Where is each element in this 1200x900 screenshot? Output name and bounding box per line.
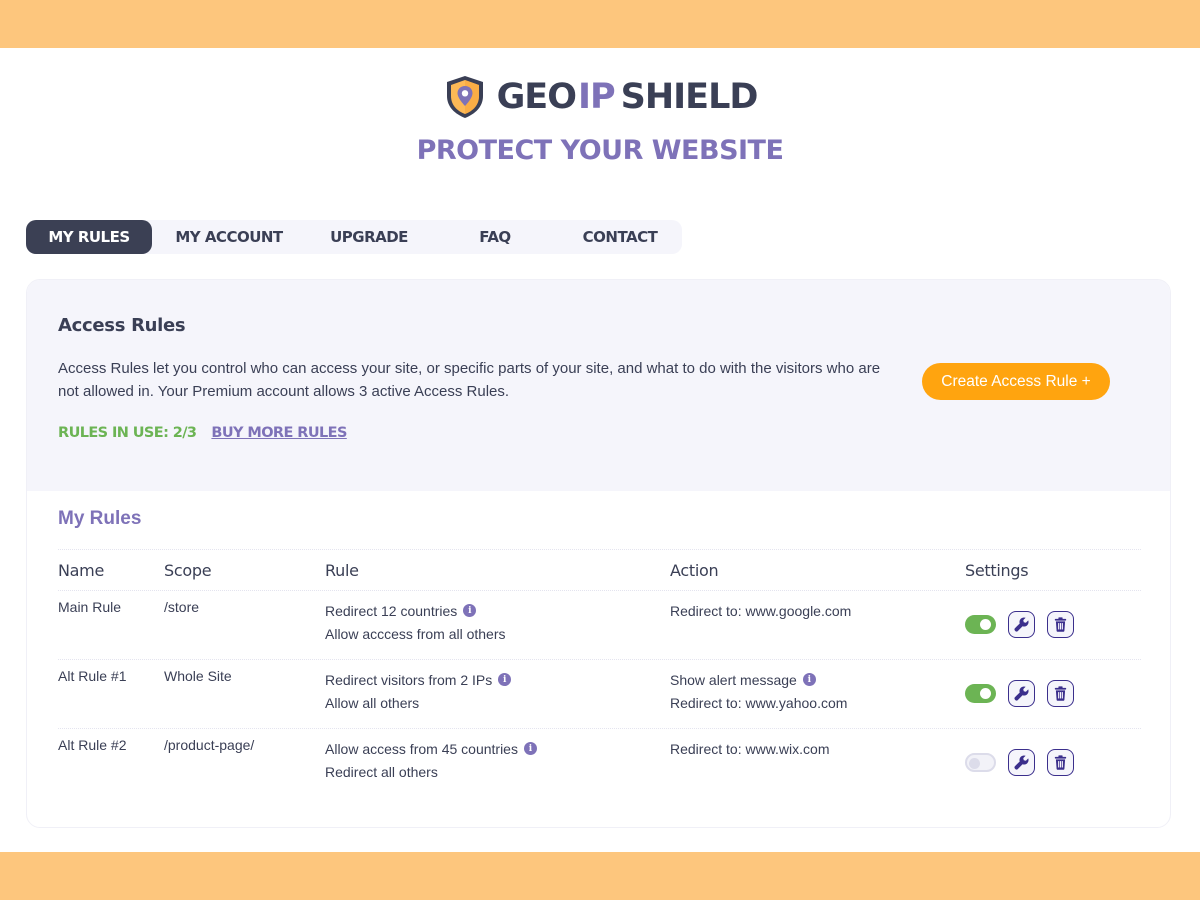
trash-icon xyxy=(1054,755,1067,770)
info-icon[interactable]: i xyxy=(498,673,512,686)
rule-name: Alt Rule #2 xyxy=(58,737,127,753)
rule-line: Redirect 12 countries xyxy=(325,602,458,619)
wrench-icon xyxy=(1014,686,1029,701)
trash-icon xyxy=(1054,617,1067,632)
access-rules-card: Access Rules Access Rules let you contro… xyxy=(26,279,1171,828)
toggle-knob xyxy=(980,619,991,630)
buy-more-rules-link[interactable]: BUY MORE RULES xyxy=(211,425,347,441)
wrench-icon xyxy=(1014,755,1029,770)
brand-name: GEO IP SHIELD xyxy=(496,77,759,117)
rule-action: Show alert message i Redirect to: www.ya… xyxy=(670,668,965,714)
rule-action: Redirect to: www.wix.com xyxy=(670,737,965,760)
shield-location-pin-icon xyxy=(446,76,483,118)
rule-line: Redirect all others xyxy=(325,763,438,780)
main-tabs: MY RULES MY ACCOUNT UPGRADE FAQ CONTACT xyxy=(26,220,682,254)
rule-description: Redirect 12 countries i Allow acccess fr… xyxy=(325,599,670,645)
bottom-banner-band xyxy=(0,852,1200,900)
brand-name-shield: SHIELD xyxy=(620,77,759,117)
rule-line: Allow access from 45 countries xyxy=(325,740,518,757)
toggle-knob xyxy=(980,688,991,699)
action-line: Show alert message xyxy=(670,671,797,688)
tab-faq[interactable]: FAQ xyxy=(432,220,558,254)
rule-enabled-toggle[interactable] xyxy=(965,753,996,772)
rule-enabled-toggle[interactable] xyxy=(965,684,996,703)
rule-settings xyxy=(965,599,1141,638)
column-header-rule: Rule xyxy=(325,560,359,580)
rule-line: Redirect visitors from 2 IPs xyxy=(325,671,493,688)
edit-rule-button[interactable] xyxy=(1008,749,1035,776)
rule-scope: Whole Site xyxy=(164,668,232,684)
tab-my-account[interactable]: MY ACCOUNT xyxy=(152,220,306,254)
table-row: Main Rule /store Redirect 12 countries i… xyxy=(58,591,1141,659)
delete-rule-button[interactable] xyxy=(1047,680,1074,707)
edit-rule-button[interactable] xyxy=(1008,611,1035,638)
trash-icon xyxy=(1054,686,1067,701)
action-line: Redirect to: www.yahoo.com xyxy=(670,694,848,711)
tab-my-rules[interactable]: MY RULES xyxy=(26,220,152,254)
rule-settings xyxy=(965,668,1141,707)
rule-action: Redirect to: www.google.com xyxy=(670,599,965,622)
delete-rule-button[interactable] xyxy=(1047,749,1074,776)
rule-name: Alt Rule #1 xyxy=(58,668,127,684)
brand-name-ip: IP xyxy=(577,77,616,117)
brand-name-geo: GEO xyxy=(496,77,577,117)
info-icon[interactable]: i xyxy=(463,604,477,617)
toggle-knob xyxy=(969,757,980,769)
action-line: Redirect to: www.google.com xyxy=(670,602,852,619)
edit-rule-button[interactable] xyxy=(1008,680,1035,707)
column-header-action: Action xyxy=(670,560,719,580)
rules-in-use-count: RULES IN USE: 2/3 xyxy=(58,425,197,441)
column-header-settings: Settings xyxy=(965,560,1029,580)
access-rules-title: Access Rules xyxy=(58,315,186,336)
create-access-rule-button[interactable]: Create Access Rule + xyxy=(922,363,1110,400)
table-header: Name Scope Rule Action Settings xyxy=(58,550,1141,590)
access-rules-description: Access Rules let you control who can acc… xyxy=(58,360,881,400)
rule-enabled-toggle[interactable] xyxy=(965,615,996,634)
rule-scope: /product-page/ xyxy=(164,737,255,753)
table-row: Alt Rule #1 Whole Site Redirect visitors… xyxy=(58,660,1141,728)
tab-upgrade[interactable]: UPGRADE xyxy=(306,220,432,254)
table-row: Alt Rule #2 /product-page/ Allow access … xyxy=(58,729,1141,797)
my-rules-title: My Rules xyxy=(58,508,142,529)
brand-header: GEO IP SHIELD xyxy=(0,74,1200,120)
rules-table: Name Scope Rule Action Settings Main Rul… xyxy=(58,549,1141,797)
column-header-scope: Scope xyxy=(164,560,212,580)
rule-line: Allow all others xyxy=(325,694,420,711)
rule-line: Allow acccess from all others xyxy=(325,625,506,642)
top-banner-band xyxy=(0,0,1200,48)
tagline: PROTECT YOUR WEBSITE xyxy=(416,135,784,166)
action-line: Redirect to: www.wix.com xyxy=(670,740,830,757)
rules-usage-row: RULES IN USE: 2/3 BUY MORE RULES xyxy=(58,425,347,441)
access-rules-summary: Access Rules Access Rules let you contro… xyxy=(27,280,1170,491)
rule-scope: /store xyxy=(164,599,200,615)
rule-description: Redirect visitors from 2 IPs i Allow all… xyxy=(325,668,670,714)
rule-name: Main Rule xyxy=(58,599,122,615)
rule-description: Allow access from 45 countries i Redirec… xyxy=(325,737,670,783)
tab-contact[interactable]: CONTACT xyxy=(558,220,682,254)
delete-rule-button[interactable] xyxy=(1047,611,1074,638)
info-icon[interactable]: i xyxy=(802,673,816,686)
info-icon[interactable]: i xyxy=(523,742,537,755)
rule-settings xyxy=(965,737,1141,776)
column-header-name: Name xyxy=(58,560,105,580)
wrench-icon xyxy=(1014,617,1029,632)
